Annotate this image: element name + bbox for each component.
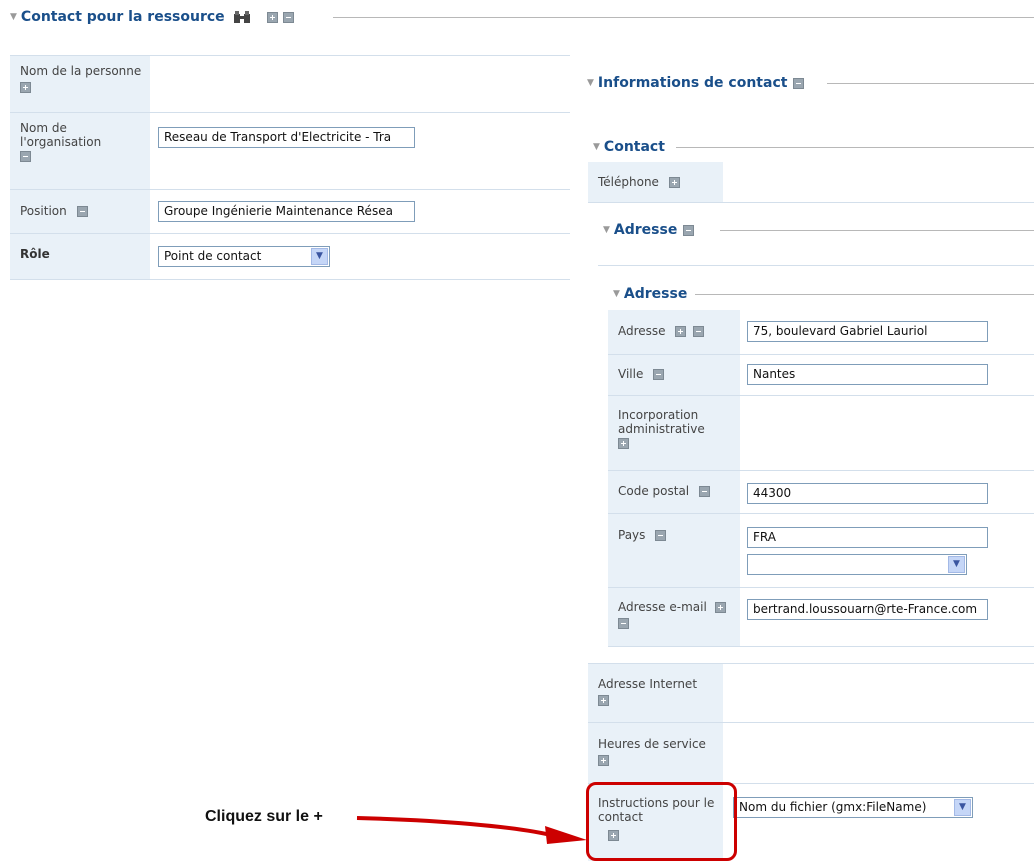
label-text: Rôle: [20, 247, 50, 261]
section-rule: [676, 147, 1034, 148]
label-text: Adresse Internet: [598, 677, 698, 691]
arrow-icon: [356, 816, 587, 844]
email-input[interactable]: bertrand.loussouarn@rte-France.com: [747, 599, 988, 620]
minus-icon[interactable]: [76, 206, 88, 217]
label-text: Heures de service: [598, 737, 706, 751]
minus-icon[interactable]: [793, 77, 805, 89]
pays-input[interactable]: FRA: [747, 527, 988, 548]
plus-icon[interactable]: [598, 754, 609, 766]
minus-icon[interactable]: [683, 224, 695, 236]
label-code-postal: Code postal: [608, 471, 740, 513]
adresse-input[interactable]: 75, boulevard Gabriel Lauriol: [747, 321, 988, 342]
instructions-select[interactable]: Nom du fichier (gmx:FileName) ▼: [733, 797, 973, 818]
pays-select[interactable]: ▼: [747, 554, 967, 575]
minus-icon[interactable]: [698, 486, 710, 497]
plus-icon[interactable]: [598, 694, 609, 706]
section-informations-contact-header[interactable]: ▼ Informations de contact: [587, 75, 805, 91]
label-ville: Ville: [608, 355, 740, 395]
label-text: Ville: [618, 367, 644, 381]
label-text: Nom de l'organisation: [20, 121, 102, 149]
section-rule: [333, 17, 1034, 18]
plus-icon[interactable]: [714, 602, 726, 613]
section-title: Informations de contact: [597, 75, 788, 91]
binoculars-icon[interactable]: [233, 10, 251, 24]
triangle-down-icon[interactable]: ▼: [613, 289, 620, 299]
minus-icon[interactable]: [653, 369, 665, 380]
section-adresse-header[interactable]: ▼ Adresse: [613, 286, 687, 302]
row-divider: [598, 265, 1034, 266]
label-incorporation: Incorporation administrative: [608, 396, 740, 470]
highlight-callout: [586, 782, 737, 861]
minus-icon[interactable]: [655, 530, 667, 541]
plus-icon[interactable]: [618, 438, 629, 449]
label-role: Rôle: [10, 234, 150, 279]
row-divider: [10, 279, 570, 280]
row-divider: [588, 202, 1034, 203]
label-text: Adresse: [618, 324, 666, 338]
minus-icon[interactable]: [693, 326, 705, 337]
section-rule: [827, 83, 1034, 84]
label-position: Position: [10, 190, 150, 233]
label-telephone: Téléphone: [588, 162, 723, 202]
label-nom-organisation: Nom de l'organisation: [10, 113, 150, 189]
section-title: Adresse: [613, 222, 678, 238]
plus-icon[interactable]: [20, 81, 31, 93]
label-text: Téléphone: [598, 175, 659, 189]
annotation-text: Cliquez sur le +: [205, 808, 323, 825]
triangle-down-icon[interactable]: ▼: [603, 225, 610, 235]
minus-icon[interactable]: [618, 618, 629, 629]
row-divider: [608, 646, 1034, 647]
section-adresse-group-header[interactable]: ▼ Adresse: [603, 222, 695, 238]
label-text: Position: [20, 204, 67, 218]
label-text: Adresse e-mail: [618, 600, 707, 614]
label-email: Adresse e-mail: [608, 588, 740, 646]
section-rule: [695, 294, 1034, 295]
triangle-down-icon[interactable]: ▼: [587, 78, 594, 88]
label-text: Nom de la personne: [20, 64, 142, 78]
label-text: Pays: [618, 528, 646, 542]
section-contact-header[interactable]: ▼ Contact: [593, 139, 665, 155]
minus-icon[interactable]: [282, 11, 294, 23]
label-adresse: Adresse: [608, 310, 740, 354]
label-pays: Pays: [608, 514, 740, 587]
plus-icon[interactable]: [675, 326, 687, 337]
ville-input[interactable]: Nantes: [747, 364, 988, 385]
plus-icon[interactable]: [668, 177, 680, 188]
label-adresse-internet: Adresse Internet: [588, 664, 723, 722]
select-value: Point de contact: [164, 249, 262, 263]
section-title: Adresse: [623, 286, 688, 302]
section-title: Contact: [603, 139, 665, 155]
label-text: Code postal: [618, 484, 690, 498]
chevron-down-icon[interactable]: ▼: [311, 248, 328, 265]
section-rule: [720, 230, 1034, 231]
label-nom-personne: Nom de la personne: [10, 56, 150, 112]
chevron-down-icon[interactable]: ▼: [948, 556, 965, 573]
chevron-down-icon[interactable]: ▼: [954, 799, 971, 816]
minus-icon[interactable]: [20, 151, 31, 162]
position-input[interactable]: Groupe Ingénierie Maintenance Résea: [158, 201, 415, 222]
label-heures-service: Heures de service: [588, 723, 723, 783]
section-title: Contact pour la ressource: [20, 9, 225, 25]
section-contact-ressource-header[interactable]: ▼ Contact pour la ressource: [10, 9, 294, 25]
organisation-input[interactable]: Reseau de Transport d'Electricite - Tra: [158, 127, 415, 148]
role-select[interactable]: Point de contact ▼: [158, 246, 330, 267]
label-text: Incorporation administrative: [618, 408, 705, 436]
plus-icon[interactable]: [266, 11, 278, 23]
triangle-down-icon[interactable]: ▼: [10, 12, 17, 22]
select-value: Nom du fichier (gmx:FileName): [739, 800, 927, 814]
triangle-down-icon[interactable]: ▼: [593, 142, 600, 152]
code-postal-input[interactable]: 44300: [747, 483, 988, 504]
